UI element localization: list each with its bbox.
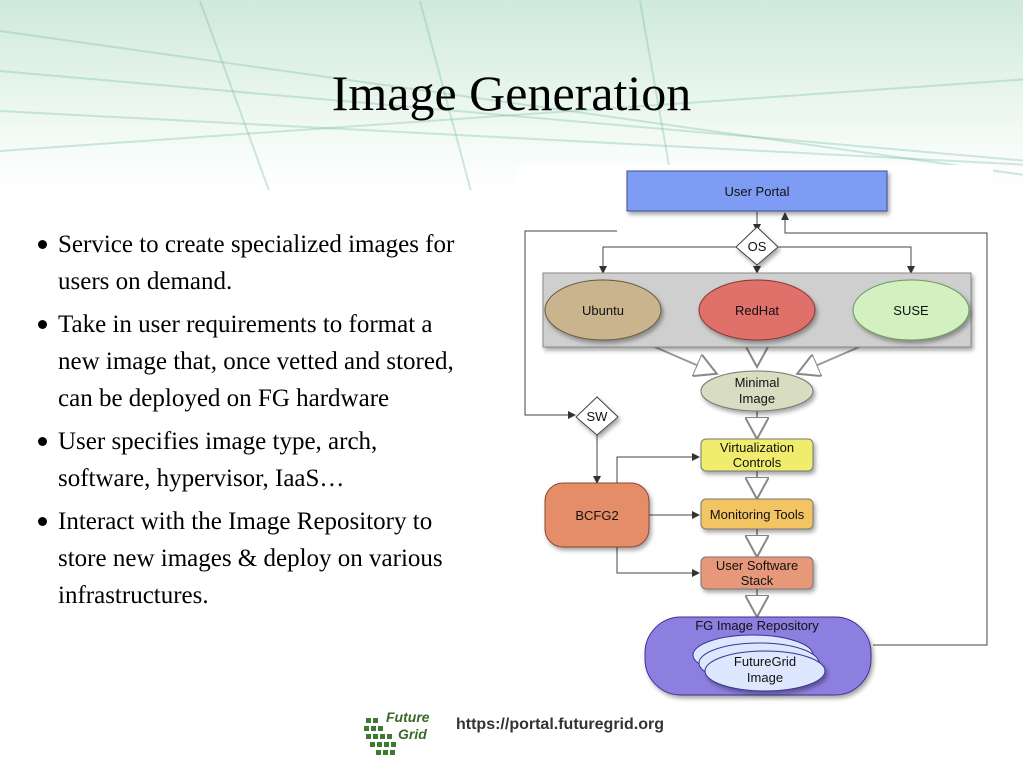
monitoring-tools-node: Monitoring Tools [700,498,814,530]
fg-image-repository-node: FG Image Repository FutureGrid Image [644,616,872,696]
bullet-text: Take in user requirements to format a ne… [58,311,454,412]
bullet-dot-icon [38,240,47,249]
repository-image-label-2: Image [747,670,783,685]
minimal-image-node: Minimal Image [700,370,814,412]
bullet-list: Service to create specialized images for… [36,226,466,620]
virtualization-label-2: Controls [733,455,782,470]
bullet-dot-icon [38,320,47,329]
suse-label: SUSE [893,303,929,318]
repository-image-label-1: FutureGrid [734,654,796,669]
user-software-stack-node: User Software Stack [700,556,814,590]
monitoring-tools-label: Monitoring Tools [710,507,805,522]
bullet-text: User specifies image type, arch, softwar… [58,428,378,492]
bullet-item: Interact with the Image Repository to st… [36,503,466,614]
user-portal-label: User Portal [724,184,789,199]
os-options-group: Ubuntu RedHat SUSE [542,272,972,348]
logo-text-grid: Grid [398,726,427,742]
sw-decision-node: SW [575,396,619,436]
user-software-label-2: Stack [741,573,774,588]
user-portal-node: User Portal [626,170,888,212]
sw-decision-label: SW [587,409,609,424]
logo-text-future: Future [386,709,430,725]
bullet-item: User specifies image type, arch, softwar… [36,423,466,497]
bullet-item: Service to create specialized images for… [36,226,466,300]
bcfg2-node: BCFG2 [544,482,650,548]
image-generation-diagram: User Portal OS Ubuntu RedHat SUSE Minima… [517,165,993,705]
bcfg2-label: BCFG2 [575,508,618,523]
bullet-text: Service to create specialized images for… [58,231,455,295]
bullet-item: Take in user requirements to format a ne… [36,306,466,417]
redhat-label: RedHat [735,303,779,318]
futuregrid-logo: Future Grid [362,708,442,760]
bullet-text: Interact with the Image Repository to st… [58,508,443,609]
slide-title: Image Generation [331,65,692,121]
minimal-image-label-2: Image [739,391,775,406]
bullet-dot-icon [38,517,47,526]
os-decision-label: OS [748,239,767,254]
os-decision-node: OS [735,226,779,266]
ubuntu-label: Ubuntu [582,303,624,318]
virtualization-controls-node: Virtualization Controls [700,438,814,472]
virtualization-label-1: Virtualization [720,440,794,455]
bullet-dot-icon [38,437,47,446]
repository-label: FG Image Repository [695,618,819,633]
minimal-image-label-1: Minimal [735,375,780,390]
user-software-label-1: User Software [716,558,798,573]
footer-url-link[interactable]: https://portal.futuregrid.org [456,716,664,734]
